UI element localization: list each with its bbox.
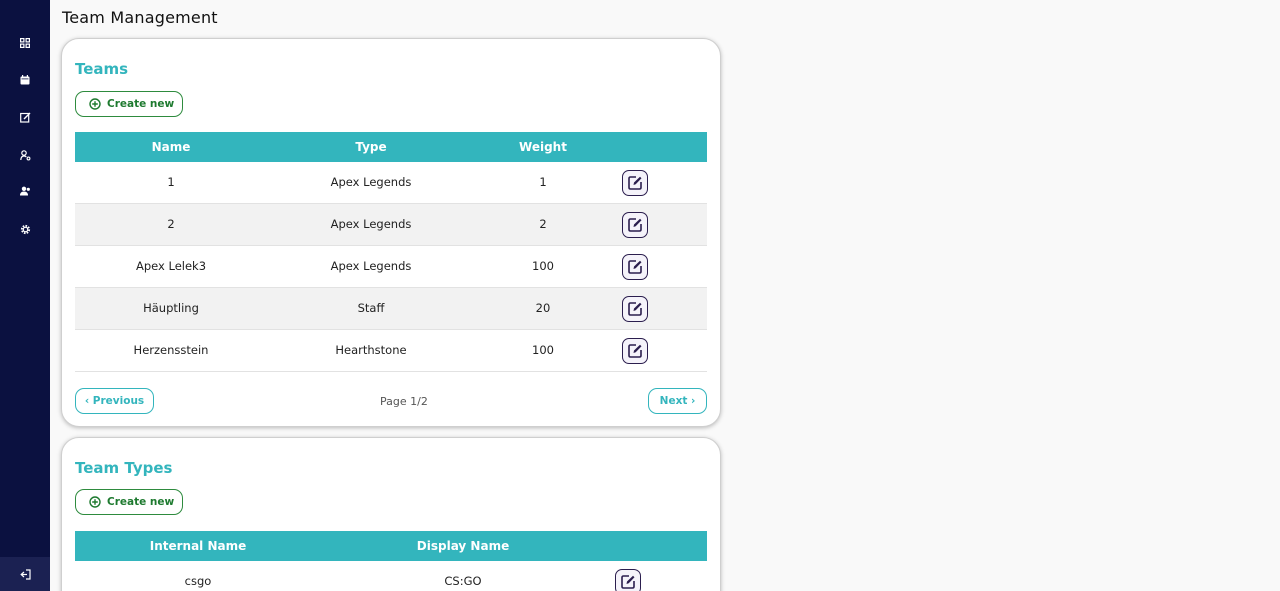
table-row: Apex Lelek3 Apex Legends 100 xyxy=(75,246,707,288)
page-indicator: Page 1/2 xyxy=(380,395,428,408)
logout-button[interactable] xyxy=(0,557,50,591)
table-row: Häuptling Staff 20 xyxy=(75,288,707,330)
edit-icon xyxy=(628,218,642,232)
column-header-type[interactable]: Type xyxy=(285,132,457,162)
team-type-cell: Apex Legends xyxy=(330,259,412,273)
edit-team-button[interactable] xyxy=(622,170,648,196)
teams-table: Name Type Weight 1 Apex Legends 1 2 Apex Leg… xyxy=(75,132,707,372)
teams-card: Teams Create new Name Type Weight 1 Apex … xyxy=(61,38,721,427)
table-row: 2 Apex Legends 2 xyxy=(75,204,707,246)
team-name-cell: 2 xyxy=(167,217,175,231)
next-page-button[interactable]: Next › xyxy=(648,388,707,414)
column-header-weight[interactable]: Weight xyxy=(487,132,599,162)
team-icon[interactable] xyxy=(15,181,35,201)
edit-icon xyxy=(628,176,642,190)
edit-team-button[interactable] xyxy=(622,212,648,238)
table-row: Herzensstein Hearthstone 100 xyxy=(75,330,707,372)
teams-title: Teams xyxy=(75,60,129,78)
team-name-cell: Häuptling xyxy=(143,301,199,315)
column-header-internal-name[interactable]: Internal Name xyxy=(135,531,261,561)
teams-table-header: Name Type Weight xyxy=(75,132,707,162)
team-types-card: Team Types Create new Internal Name Disp… xyxy=(61,437,721,591)
team-types-title: Team Types xyxy=(75,459,173,477)
grid-icon[interactable] xyxy=(15,33,35,53)
table-row: csgo CS:GO xyxy=(75,561,707,591)
type-display-name-cell: CS:GO xyxy=(444,574,482,588)
team-type-cell: Staff xyxy=(357,301,385,315)
team-weight-cell: 2 xyxy=(539,217,547,231)
previous-page-button[interactable]: ‹ Previous xyxy=(75,388,154,414)
edit-icon xyxy=(628,260,642,274)
edit-icon xyxy=(621,575,635,589)
edit-team-button[interactable] xyxy=(622,296,648,322)
type-internal-name-cell: csgo xyxy=(184,574,212,588)
team-type-cell: Apex Legends xyxy=(330,217,412,231)
team-weight-cell: 1 xyxy=(539,175,547,189)
edit-icon[interactable] xyxy=(15,107,35,127)
edit-team-button[interactable] xyxy=(622,338,648,364)
team-weight-cell: 100 xyxy=(532,259,554,273)
team-name-cell: Apex Lelek3 xyxy=(135,259,207,273)
logout-icon xyxy=(19,565,31,584)
team-types-table-header: Internal Name Display Name xyxy=(75,531,707,561)
calendar-icon[interactable] xyxy=(15,70,35,90)
team-types-table: Internal Name Display Name csgo CS:GO xyxy=(75,531,707,591)
table-row: 1 Apex Legends 1 xyxy=(75,162,707,204)
plus-circle-icon xyxy=(89,98,101,110)
team-type-cell: Apex Legends xyxy=(330,175,412,189)
team-name-cell: Herzensstein xyxy=(133,343,209,357)
create-team-label: Create new xyxy=(107,98,175,110)
page-title: Team Management xyxy=(62,8,218,27)
column-header-name[interactable]: Name xyxy=(95,132,247,162)
team-name-cell: 1 xyxy=(167,175,175,189)
team-weight-cell: 100 xyxy=(532,343,554,357)
team-weight-cell: 20 xyxy=(535,301,551,315)
column-header-display-name[interactable]: Display Name xyxy=(395,531,531,561)
create-team-button[interactable]: Create new xyxy=(75,91,183,117)
create-team-type-label: Create new xyxy=(107,496,175,508)
gear-icon[interactable] xyxy=(15,219,35,239)
team-type-cell: Hearthstone xyxy=(335,343,407,357)
user-key-icon[interactable] xyxy=(15,145,35,165)
edit-icon xyxy=(628,344,642,358)
edit-team-button[interactable] xyxy=(622,254,648,280)
edit-team-type-button[interactable] xyxy=(615,569,641,591)
edit-icon xyxy=(628,302,642,316)
plus-circle-icon xyxy=(89,496,101,508)
sidebar xyxy=(0,0,50,591)
create-team-type-button[interactable]: Create new xyxy=(75,489,183,515)
